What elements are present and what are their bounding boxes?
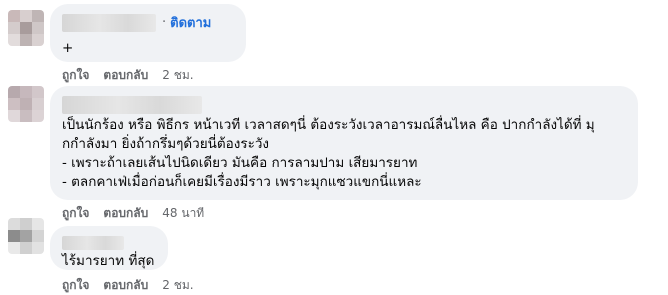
timestamp[interactable]: 2 ชม. — [162, 66, 193, 85]
comment-actions: ถูกใจ ตอบกลับ 48 นาที — [62, 204, 204, 223]
avatar[interactable] — [8, 86, 44, 122]
avatar[interactable] — [8, 218, 44, 254]
comment-bubble: เป็นนักร้อง หรือ พิธีกร หน้าเวที เวลาสดๆ… — [50, 86, 638, 200]
comment-text: + — [62, 40, 74, 56]
comment-bubble: ไร้มารยาท ที่สุด — [50, 226, 168, 270]
timestamp[interactable]: 2 ชม. — [162, 276, 193, 295]
comment-bubble: · ติดตาม + — [50, 4, 246, 62]
comment-actions: ถูกใจ ตอบกลับ 2 ชม. — [62, 276, 194, 295]
like-button[interactable]: ถูกใจ — [62, 204, 89, 223]
like-button[interactable]: ถูกใจ — [62, 276, 89, 295]
separator-dot: · — [162, 15, 167, 30]
like-button[interactable]: ถูกใจ — [62, 66, 89, 85]
reply-button[interactable]: ตอบกลับ — [103, 66, 148, 85]
reply-button[interactable]: ตอบกลับ — [103, 204, 148, 223]
commenter-name[interactable] — [62, 13, 156, 32]
avatar[interactable] — [8, 10, 44, 46]
comment-text: เป็นนักร้อง หรือ พิธีกร หน้าเวที เวลาสดๆ… — [62, 116, 595, 190]
follow-button[interactable]: ติดตาม — [170, 12, 211, 33]
commenter-name[interactable] — [62, 95, 202, 114]
timestamp[interactable]: 48 นาที — [162, 204, 204, 223]
comment-text: ไร้มารยาท ที่สุด — [62, 253, 155, 269]
commenter-name[interactable] — [62, 235, 124, 250]
reply-button[interactable]: ตอบกลับ — [103, 276, 148, 295]
comment-actions: ถูกใจ ตอบกลับ 2 ชม. — [62, 66, 194, 85]
